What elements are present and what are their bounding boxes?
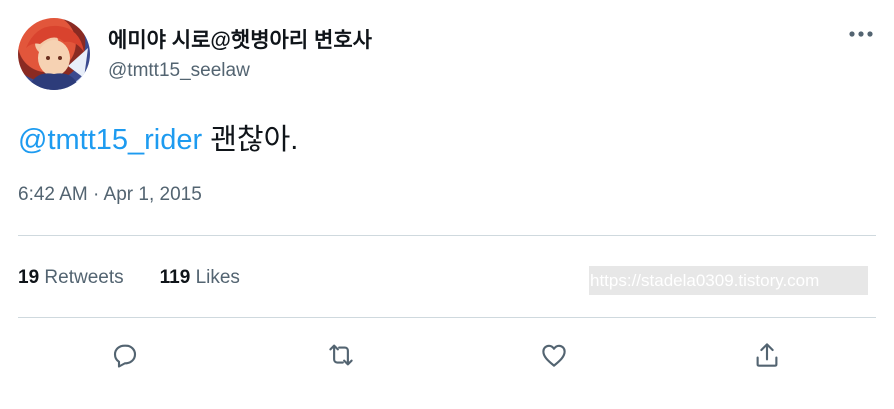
share-button[interactable] [748,336,786,374]
timestamp[interactable]: 6:42 AM · Apr 1, 2015 [18,184,202,206]
retweets-label: Retweets [44,267,124,288]
watermark: https://stadela0309.tistory.com [589,266,868,295]
retweet-icon [329,344,353,366]
likes-count: 119 [159,267,191,288]
more-options-button[interactable] [843,20,879,48]
tweet-body: 괜찮아. [202,124,299,156]
reply-button[interactable] [106,336,144,374]
avatar-image [26,25,88,90]
divider [18,317,876,318]
user-handle[interactable]: @tmtt15_seelaw [108,60,250,82]
tweet-text: @tmtt15_rider 괜찮아. [18,116,298,158]
reply-icon [113,344,137,368]
like-icon [542,344,566,367]
share-icon [756,343,778,367]
retweets-count: 19 [18,267,40,288]
like-button[interactable] [535,336,573,374]
avatar[interactable] [18,18,90,90]
retweet-button[interactable] [322,336,360,374]
likes-label: Likes [195,267,240,288]
mention-link[interactable]: @tmtt15_rider [18,124,202,156]
display-name[interactable]: 에미야 시로@햇병아리 변호사 [108,24,372,54]
divider [18,235,876,236]
likes-stat[interactable]: 119 Likes [160,267,240,289]
more-dots-icon [849,31,873,37]
tweet-card: 에미야 시로@햇병아리 변호사 @tmtt15_seelaw @tmtt15_r… [0,0,894,409]
retweets-stat[interactable]: 19 Retweets [18,267,124,289]
engagement-stats: 19 Retweets 119 Likes [18,267,240,289]
